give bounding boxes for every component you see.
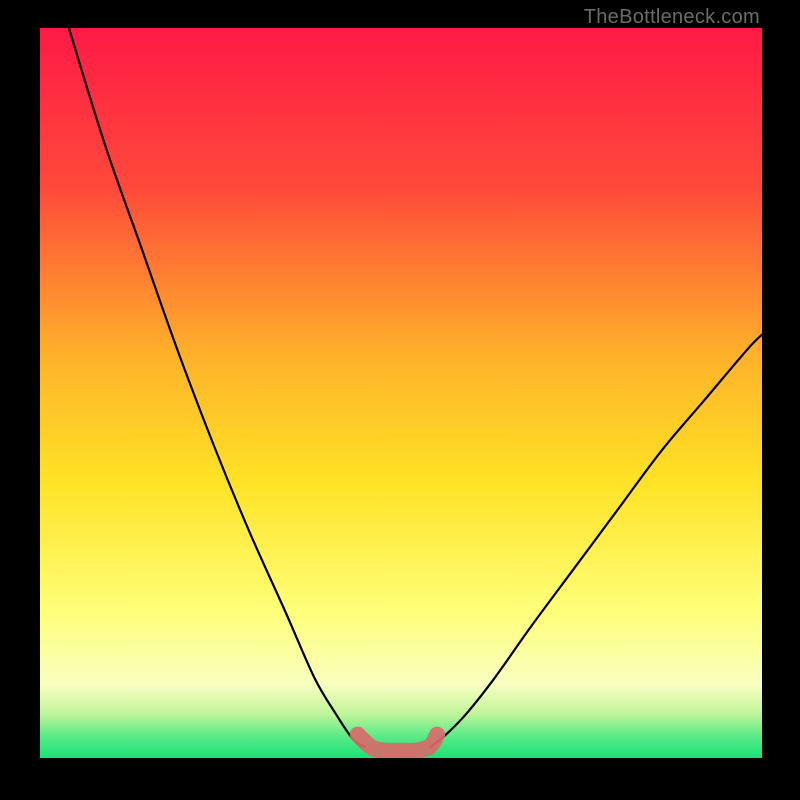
plot-area	[40, 28, 762, 758]
chart-svg	[40, 28, 762, 758]
attribution-text: TheBottleneck.com	[584, 6, 760, 29]
chart-frame: TheBottleneck.com	[0, 0, 800, 800]
left-curve	[69, 28, 365, 747]
right-curve	[430, 335, 762, 747]
valley-highlight	[358, 735, 437, 751]
